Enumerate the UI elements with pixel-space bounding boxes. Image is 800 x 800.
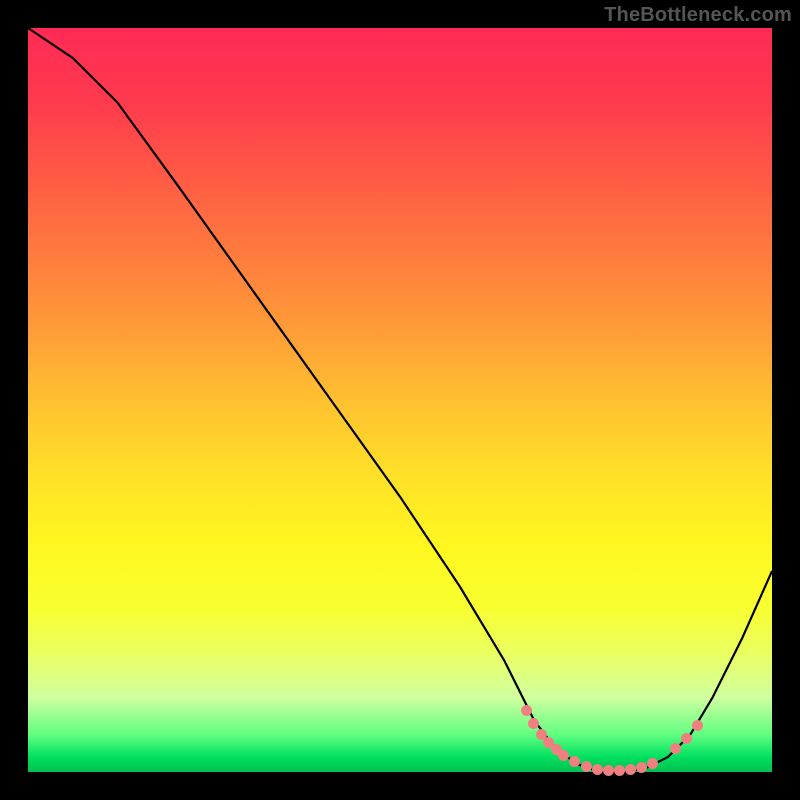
curve-marker <box>681 733 692 744</box>
curve-marker <box>581 761 592 772</box>
curve-marker <box>592 764 603 775</box>
chart-canvas: TheBottleneck.com <box>0 0 800 800</box>
curve-marker <box>670 743 681 754</box>
curve-marker <box>603 765 614 776</box>
curve-marker <box>625 764 636 775</box>
curve-marker <box>647 758 658 769</box>
plot-area <box>28 28 772 772</box>
bottleneck-curve <box>28 28 772 772</box>
attribution-text: TheBottleneck.com <box>604 4 792 27</box>
curve-marker <box>614 765 625 776</box>
